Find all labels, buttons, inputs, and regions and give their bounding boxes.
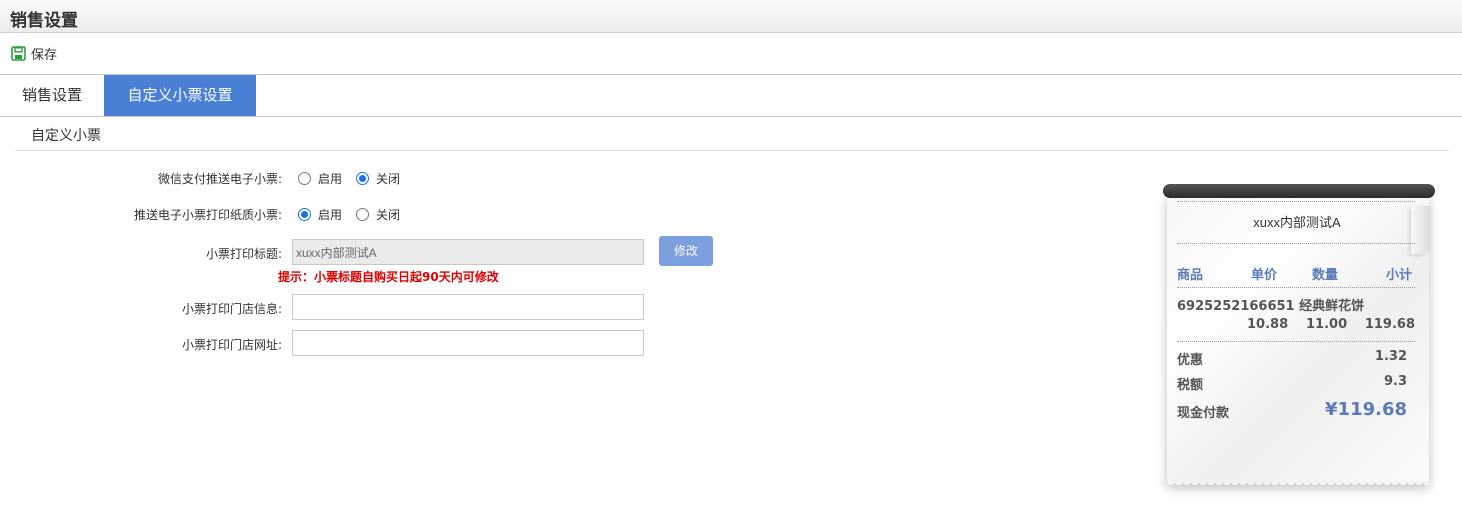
wechat-push-enable-label: 启用 xyxy=(318,172,343,186)
receipt-divider xyxy=(1177,201,1415,202)
receipt-title: xuxx内部测试A xyxy=(1253,215,1341,230)
tab-custom-receipt[interactable]: 自定义小票设置 xyxy=(104,75,256,116)
receipt-tax-label: 税额 xyxy=(1177,378,1204,393)
receipt-item-subtotal: 119.68 xyxy=(1364,317,1415,332)
floppy-disk-icon xyxy=(11,45,26,61)
receipt-cash-value: ¥119.68 xyxy=(1325,399,1407,420)
store-info-label: 小票打印门店信息: xyxy=(181,302,282,316)
receipt-header-subtotal: 小计 xyxy=(1386,268,1413,283)
wechat-push-radio-group: 启用 关闭 xyxy=(298,170,414,187)
receipt-discount-label: 优惠 xyxy=(1177,353,1204,368)
receipt-preview: xuxx内部测试A 商品 单价 数量 小计 6925252166651 经典鲜花… xyxy=(1163,184,1437,514)
section-divider xyxy=(15,150,1449,151)
title-hint-text: 提示：小票标题自购买日起90天内可修改 xyxy=(278,270,499,284)
print-paper-enable-label: 启用 xyxy=(318,208,343,222)
print-title-label: 小票打印标题: xyxy=(205,247,282,261)
receipt-header-price: 单价 xyxy=(1251,268,1278,283)
receipt-item-qty: 11.00 xyxy=(1306,317,1348,332)
print-paper-disable-radio[interactable] xyxy=(356,208,370,221)
print-paper-disable-label: 关闭 xyxy=(376,208,401,222)
print-paper-enable-radio[interactable] xyxy=(298,208,311,221)
receipt-divider xyxy=(1177,243,1415,244)
receipt-discount-value: 1.32 xyxy=(1374,349,1407,364)
receipt-roller xyxy=(1163,184,1435,198)
receipt-header-qty: 数量 xyxy=(1312,268,1339,283)
save-label: 保存 xyxy=(31,47,58,63)
receipt-cash-label: 现金付款 xyxy=(1177,406,1230,421)
page-header: 销售设置 xyxy=(0,0,1462,33)
wechat-push-label: 微信支付推送电子小票: xyxy=(157,172,282,186)
receipt-tax-value: 9.3 xyxy=(1383,374,1407,389)
receipt-item-price: 10.88 xyxy=(1247,317,1289,332)
receipt-paper: xuxx内部测试A 商品 单价 数量 小计 6925252166651 经典鲜花… xyxy=(1167,192,1431,489)
edit-title-button[interactable]: 修改 xyxy=(659,236,713,266)
page-title: 销售设置 xyxy=(10,11,78,31)
store-url-label: 小票打印门店网址: xyxy=(181,338,282,352)
tab-bar: 销售设置 自定义小票设置 xyxy=(0,75,1462,117)
print-paper-radio-group: 启用 关闭 xyxy=(298,206,414,223)
receipt-divider xyxy=(1177,287,1415,288)
receipt-item-line: 6925252166651 经典鲜花饼 xyxy=(1177,299,1365,314)
store-info-input[interactable] xyxy=(292,294,644,320)
print-title-input[interactable] xyxy=(292,239,644,265)
tab-sales-settings[interactable]: 销售设置 xyxy=(0,75,104,116)
section-title: 自定义小票 xyxy=(31,128,101,144)
print-paper-label: 推送电子小票打印纸质小票: xyxy=(133,208,282,222)
toolbar: 保存 xyxy=(0,33,1462,75)
wechat-push-disable-label: 关闭 xyxy=(376,172,401,186)
wechat-push-disable-radio[interactable] xyxy=(356,172,370,185)
receipt-divider xyxy=(1177,341,1415,342)
wechat-push-enable-radio[interactable] xyxy=(298,172,311,185)
store-url-input[interactable] xyxy=(292,330,644,356)
save-button[interactable]: 保存 xyxy=(11,42,57,64)
receipt-header-item: 商品 xyxy=(1177,268,1204,283)
